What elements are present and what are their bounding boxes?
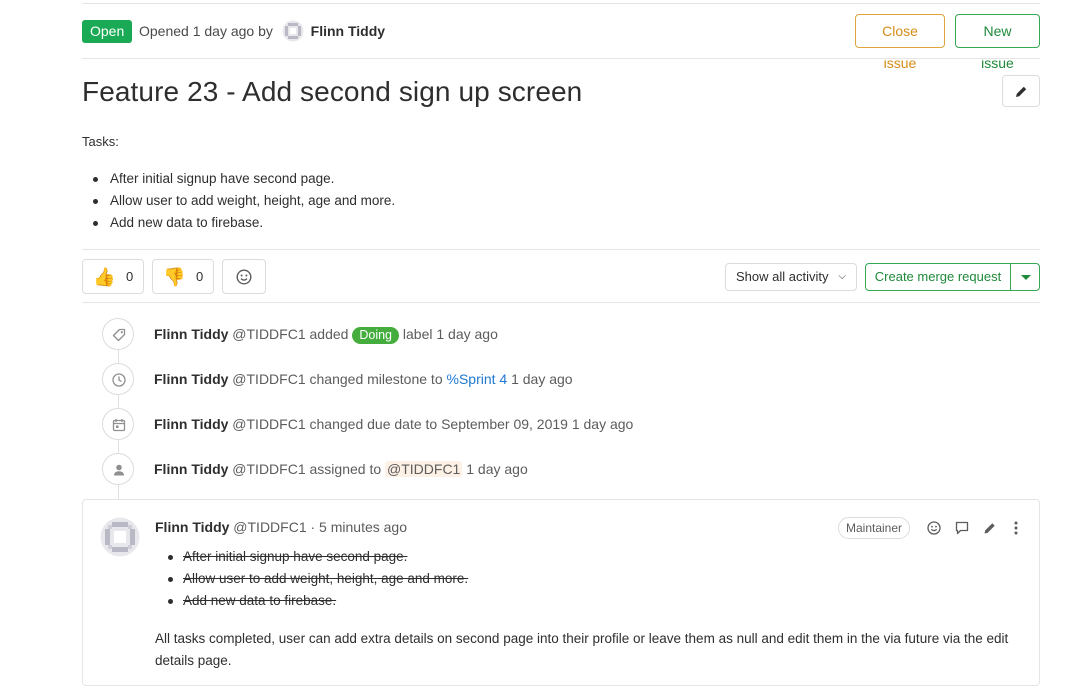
event-time: 1 day ago bbox=[511, 371, 573, 387]
edit-comment-icon[interactable] bbox=[981, 519, 999, 537]
thumbsdown-award-button[interactable]: 👎 0 bbox=[152, 259, 214, 294]
user-reference[interactable]: @TIDDFC1 bbox=[385, 461, 463, 477]
opened-meta: Opened 1 day ago by Flinn Tiddy bbox=[139, 14, 385, 48]
activity-filter-dropdown[interactable]: Show all activity ⌵ bbox=[725, 263, 857, 291]
chevron-down-icon: ⌵ bbox=[838, 271, 846, 282]
thumbsup-count: 0 bbox=[126, 269, 134, 284]
list-item: After initial signup have second page. bbox=[167, 548, 468, 570]
list-item: Allow user to add weight, height, age an… bbox=[167, 570, 468, 592]
comment-author[interactable]: Flinn Tiddy bbox=[155, 519, 229, 535]
smiley-icon bbox=[236, 269, 252, 285]
edit-title-button[interactable] bbox=[1002, 75, 1040, 107]
list-item: After initial signup have second page. bbox=[92, 170, 395, 192]
label-badge[interactable]: Doing bbox=[352, 327, 400, 344]
add-reaction-icon[interactable] bbox=[925, 519, 943, 537]
event-user[interactable]: Flinn Tiddy bbox=[154, 371, 228, 387]
merge-options-caret-icon[interactable] bbox=[1010, 263, 1040, 291]
event-handle[interactable]: @TIDDFC1 bbox=[232, 461, 305, 477]
comment-body: All tasks completed, user can add extra … bbox=[155, 631, 1009, 668]
thumbsup-icon: 👍 bbox=[93, 267, 116, 287]
header-divider bbox=[82, 58, 1040, 59]
author-avatar-icon[interactable] bbox=[282, 20, 304, 42]
event-handle[interactable]: @TIDDFC1 bbox=[232, 371, 305, 387]
comment-handle-time: @TIDDFC1 · 5 minutes ago bbox=[233, 519, 408, 535]
list-item: Allow user to add weight, height, age an… bbox=[92, 192, 395, 214]
issue-title: Feature 23 - Add second sign up screen bbox=[82, 76, 583, 107]
timeline-event: Flinn Tiddy @TIDDFC1 changed milestone t… bbox=[102, 363, 802, 395]
event-action: changed milestone to bbox=[309, 371, 443, 387]
more-actions-icon[interactable] bbox=[1007, 519, 1025, 537]
calendar-icon bbox=[102, 408, 134, 440]
opened-text: Opened 1 day ago by bbox=[139, 23, 273, 39]
clock-icon bbox=[102, 363, 134, 395]
completed-task-list: After initial signup have second page. A… bbox=[167, 548, 468, 614]
create-merge-request-button[interactable]: Create merge request bbox=[865, 263, 1011, 291]
pencil-icon bbox=[1016, 86, 1027, 97]
comment-meta: Flinn Tiddy @TIDDFC1 · 5 minutes ago bbox=[155, 519, 407, 535]
event-action: added bbox=[309, 326, 349, 342]
list-item: Add new data to firebase. bbox=[167, 592, 468, 614]
comment-card: Flinn Tiddy @TIDDFC1 · 5 minutes ago Mai… bbox=[82, 499, 1040, 686]
event-action: changed due date to September 09, 2019 1… bbox=[309, 416, 634, 432]
timeline-event: Flinn Tiddy @TIDDFC1 added Doing label 1… bbox=[102, 318, 802, 350]
event-user[interactable]: Flinn Tiddy bbox=[154, 461, 228, 477]
thumbsdown-icon: 👎 bbox=[163, 267, 186, 287]
timeline-event: Flinn Tiddy @TIDDFC1 changed due date to… bbox=[102, 408, 802, 440]
reply-icon[interactable] bbox=[953, 519, 971, 537]
awards-divider bbox=[82, 302, 1040, 303]
thumbsup-award-button[interactable]: 👍 0 bbox=[82, 259, 144, 294]
timeline-event: Flinn Tiddy @TIDDFC1 assigned to @TIDDFC… bbox=[102, 453, 802, 485]
tag-icon bbox=[102, 318, 134, 350]
event-time: label 1 day ago bbox=[402, 326, 498, 342]
close-issue-button[interactable]: Close issue bbox=[855, 14, 945, 71]
role-badge: Maintainer bbox=[838, 517, 911, 539]
milestone-link[interactable]: %Sprint 4 bbox=[447, 371, 508, 387]
task-list: After initial signup have second page. A… bbox=[92, 170, 395, 236]
event-handle[interactable]: @TIDDFC1 bbox=[232, 326, 305, 342]
add-reaction-button[interactable] bbox=[222, 259, 266, 294]
list-item: Add new data to firebase. bbox=[92, 214, 395, 236]
event-time: 1 day ago bbox=[466, 461, 528, 477]
thumbsdown-count: 0 bbox=[196, 269, 204, 284]
status-badge: Open bbox=[82, 20, 133, 43]
user-icon bbox=[102, 453, 134, 485]
avatar[interactable] bbox=[100, 517, 140, 557]
merge-request-group: Create merge request bbox=[865, 263, 1040, 291]
event-handle[interactable]: @TIDDFC1 bbox=[232, 416, 305, 432]
tasks-label: Tasks: bbox=[82, 134, 119, 149]
top-divider bbox=[82, 3, 1040, 4]
issue-header: Open Opened 1 day ago by Flinn Tiddy Clo… bbox=[82, 14, 1040, 71]
event-user[interactable]: Flinn Tiddy bbox=[154, 416, 228, 432]
author-name[interactable]: Flinn Tiddy bbox=[311, 23, 385, 39]
activity-filter-label: Show all activity bbox=[736, 269, 829, 284]
event-user[interactable]: Flinn Tiddy bbox=[154, 326, 228, 342]
description-divider bbox=[82, 249, 1040, 250]
event-action: assigned to bbox=[309, 461, 382, 477]
new-issue-button[interactable]: New issue bbox=[955, 14, 1040, 71]
